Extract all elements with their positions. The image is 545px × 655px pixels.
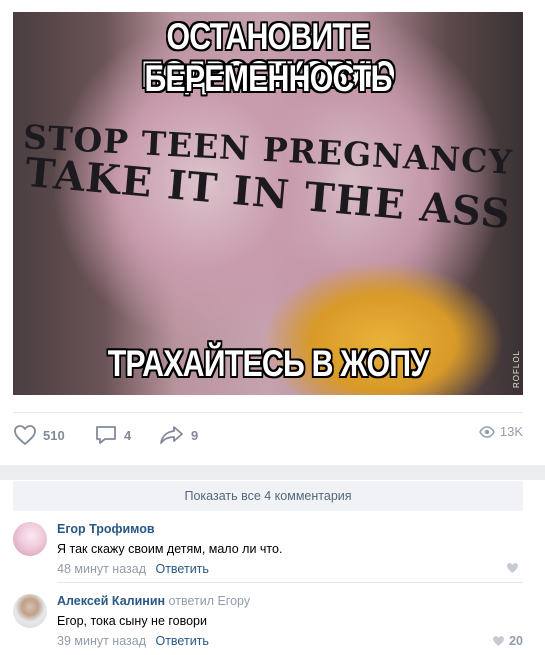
comment-like-count: 20 — [509, 634, 523, 648]
post-image[interactable]: ОСТАНОВИТЕ ПОДРОСТКОВУЮ БЕРЕМЕННОСТЬ STO… — [13, 12, 523, 395]
show-all-comments-button[interactable]: Показать все 4 комментария — [13, 481, 523, 511]
share-icon — [160, 426, 183, 444]
comment-meta: 48 минут назад Ответить — [57, 562, 209, 576]
divider — [13, 412, 523, 413]
heart-icon — [493, 636, 505, 646]
comment-text: Егор, тока сыну не говори — [57, 614, 207, 628]
heart-icon — [14, 425, 36, 445]
comment-time[interactable]: 48 минут назад — [57, 562, 146, 576]
comment-text: Я так скажу своим детям, мало ли что. — [57, 542, 283, 556]
avatar[interactable] — [13, 594, 47, 628]
comment-like-button[interactable]: 20 — [492, 634, 523, 648]
reply-button[interactable]: Ответить — [155, 562, 208, 576]
share-button[interactable]: 9 — [159, 424, 198, 446]
comment-count: 4 — [124, 427, 132, 443]
comment-item: Егор Трофимов Я так скажу своим детям, м… — [13, 522, 523, 580]
share-count: 9 — [191, 427, 199, 443]
divider — [57, 582, 523, 583]
comment-like-button[interactable] — [506, 562, 523, 574]
like-count: 510 — [43, 427, 65, 443]
replied-to-label[interactable]: ответил Егору — [169, 594, 251, 608]
avatar[interactable] — [13, 522, 47, 556]
comment-item: Алексей Калинин ответил Егору Егор, тока… — [13, 594, 523, 652]
comment-icon — [96, 426, 116, 444]
heart-icon — [507, 563, 518, 573]
comment-author[interactable]: Егор Трофимов — [57, 522, 155, 536]
comment-author-name[interactable]: Алексей Калинин — [57, 594, 165, 608]
like-button[interactable]: 510 — [13, 424, 65, 446]
section-separator — [0, 465, 545, 480]
image-watermark: ROFLOL — [512, 350, 521, 389]
comment-button[interactable]: 4 — [94, 424, 131, 446]
comment-author-name[interactable]: Егор Трофимов — [57, 522, 155, 536]
views-counter: 13K — [479, 424, 523, 439]
eye-icon — [479, 425, 495, 438]
image-caption-bottom: ТРАХАЙТЕСЬ В ЖОПУ — [107, 343, 429, 384]
image-caption-top-line2: БЕРЕМЕННОСТЬ — [144, 58, 392, 99]
views-count: 13K — [499, 424, 523, 439]
comment-time[interactable]: 39 минут назад — [57, 634, 146, 648]
comment-author[interactable]: Алексей Калинин ответил Егору — [57, 594, 250, 608]
comment-meta: 39 минут назад Ответить — [57, 634, 209, 648]
post-actions-bar: 510 4 9 13K — [13, 424, 523, 454]
reply-button[interactable]: Ответить — [155, 634, 208, 648]
